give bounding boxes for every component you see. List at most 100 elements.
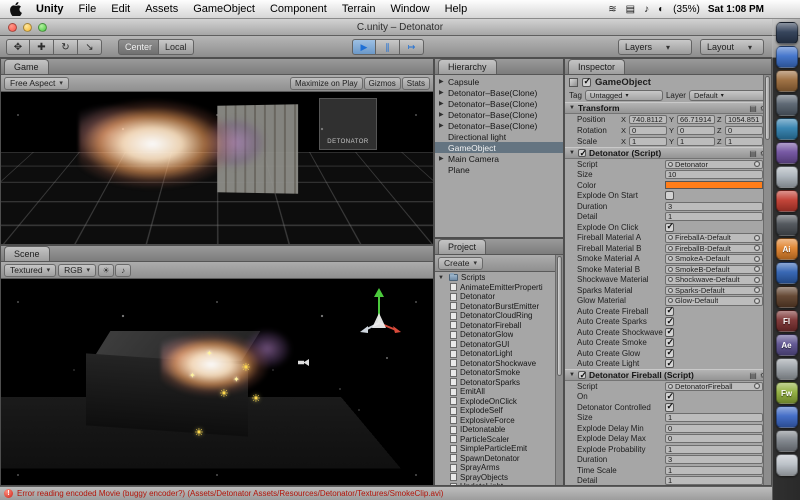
object-picker-icon[interactable] (754, 383, 760, 389)
object-reference-field[interactable]: Glow-Default (665, 296, 763, 306)
layout-dropdown[interactable]: Layout (700, 39, 764, 55)
property-checkbox[interactable] (665, 223, 674, 232)
disclosure-triangle-icon[interactable]: ▶ (439, 155, 448, 162)
aspect-dropdown[interactable]: Free Aspect (4, 77, 69, 90)
project-item[interactable]: SprayObjects (435, 473, 563, 483)
dock-app-icon[interactable] (776, 70, 798, 92)
tab-hierarchy[interactable]: Hierarchy (438, 59, 497, 74)
object-reference-field[interactable]: SmokeB-Default (665, 265, 763, 275)
property-value-field[interactable]: 1 (665, 476, 763, 485)
menubar-status-icon[interactable]: ◐ (658, 4, 664, 15)
z-value-field[interactable]: 1 (725, 137, 763, 146)
object-reference-field[interactable]: FireballB-Default (665, 244, 763, 254)
disclosure-triangle-icon[interactable]: ▶ (439, 111, 448, 118)
minimize-window-button[interactable] (23, 23, 32, 32)
scrollbar-thumb[interactable] (557, 256, 562, 376)
color-swatch[interactable] (665, 181, 763, 189)
project-item[interactable]: DetonatorSmoke (435, 368, 563, 378)
light-gizmo-icon[interactable]: ☀ (251, 392, 261, 405)
tab-project[interactable]: Project (438, 239, 486, 254)
project-item[interactable]: AnimateEmitterProperti (435, 283, 563, 293)
disclosure-triangle-icon[interactable]: ▶ (439, 78, 448, 85)
tag-dropdown[interactable]: Untagged (585, 90, 663, 101)
property-checkbox[interactable] (665, 403, 674, 412)
project-item[interactable]: EmitAll (435, 387, 563, 397)
center-pivot-button[interactable]: Center (118, 39, 159, 55)
transform-tool-button[interactable]: ✚ (30, 39, 54, 55)
object-picker-icon[interactable] (754, 266, 760, 272)
game-viewport[interactable]: DETONATOR (1, 92, 433, 244)
hierarchy-item[interactable]: ▶ Detonator–Base(Clone) (435, 87, 563, 98)
object-picker-icon[interactable] (754, 277, 760, 283)
layers-dropdown[interactable]: Layers (618, 39, 692, 55)
project-item[interactable]: SprayArms (435, 463, 563, 473)
dock-app-icon[interactable] (776, 454, 798, 476)
help-book-icon[interactable]: ▤ (749, 104, 757, 113)
object-reference-field[interactable]: DetonatorFireball (665, 382, 763, 392)
pause-button[interactable]: ∥ (376, 39, 400, 55)
dock-app-icon[interactable] (776, 358, 798, 380)
project-item[interactable]: SpawnDetonator (435, 454, 563, 464)
component-enabled-checkbox[interactable] (578, 149, 586, 157)
menubar-status-icon[interactable]: ♪ (644, 4, 649, 15)
foldout-icon[interactable]: ▼ (569, 372, 575, 378)
property-checkbox[interactable] (665, 349, 674, 358)
dock-app-icon[interactable] (776, 142, 798, 164)
local-pivot-button[interactable]: Local (159, 39, 194, 55)
battery-indicator[interactable]: (35%) (673, 4, 700, 15)
menubar-clock[interactable]: Sat 1:08 PM (708, 4, 764, 15)
step-button[interactable]: ↦ (400, 39, 424, 55)
disclosure-triangle-icon[interactable]: ▶ (439, 122, 448, 129)
dock-app-icon[interactable] (776, 430, 798, 452)
dock-app-icon[interactable] (776, 46, 798, 68)
dock-app-icon[interactable]: Fw (776, 382, 798, 404)
object-reference-field[interactable]: Shockwave-Default (665, 275, 763, 285)
property-checkbox[interactable] (665, 307, 674, 316)
shading-mode-dropdown[interactable]: Textured (4, 264, 56, 277)
help-book-icon[interactable]: ▤ (749, 371, 757, 380)
zoom-window-button[interactable] (38, 23, 47, 32)
y-value-field[interactable]: 0 (677, 126, 715, 135)
property-value-field[interactable]: 1 (665, 466, 763, 475)
stats-button[interactable]: Stats (402, 77, 430, 90)
transform-tool-button[interactable]: ↘ (78, 39, 102, 55)
x-value-field[interactable]: 1 (629, 137, 667, 146)
project-item[interactable]: DetonatorGUI (435, 340, 563, 350)
project-item[interactable]: DetonatorShockwave (435, 359, 563, 369)
foldout-icon[interactable]: ▼ (569, 105, 575, 111)
hierarchy-item[interactable]: ▶ Detonator–Base(Clone) (435, 120, 563, 131)
scene-toggle-button[interactable]: ☀ (98, 264, 114, 277)
y-value-field[interactable]: 66.71914 (677, 115, 715, 124)
property-value-field[interactable]: 1 (665, 212, 763, 221)
fireball-section-header[interactable]: ▼ Detonator Fireball (Script) ▤ ⚙ (565, 369, 771, 381)
property-checkbox[interactable] (665, 392, 674, 401)
y-value-field[interactable]: 1 (677, 137, 715, 146)
project-item[interactable]: DetonatorCloudRing (435, 311, 563, 321)
apple-menu-icon[interactable] (10, 2, 24, 16)
property-value-field[interactable]: 3 (665, 202, 763, 211)
light-gizmo-icon[interactable]: ☀ (219, 387, 229, 400)
dock-app-icon[interactable] (776, 166, 798, 188)
dock-app-icon[interactable] (776, 190, 798, 212)
transform-tool-button[interactable]: ↻ (54, 39, 78, 55)
project-item[interactable]: Detonator (435, 292, 563, 302)
scene-viewport[interactable]: ✦ ✦ ✦ ☀ ☀ ☀ ☀ (1, 279, 433, 485)
menu-item[interactable]: GameObject (193, 3, 255, 15)
status-bar[interactable]: ! Error reading encoded Movie (buggy enc… (0, 486, 772, 500)
property-checkbox[interactable] (665, 359, 674, 368)
property-checkbox[interactable] (665, 317, 674, 326)
inspector-scrollbar[interactable] (763, 75, 771, 485)
menubar-status-icon[interactable]: ≋ (608, 4, 616, 15)
property-checkbox[interactable] (665, 191, 674, 200)
disclosure-triangle-icon[interactable]: ▼ (438, 275, 446, 281)
move-gizmo[interactable] (356, 285, 402, 335)
z-value-field[interactable]: 1054.851 (725, 115, 763, 124)
light-gizmo-icon[interactable]: ☀ (194, 426, 204, 439)
project-item[interactable]: SimpleParticleEmit (435, 444, 563, 454)
property-value-field[interactable]: 1 (665, 413, 763, 422)
layer-dropdown[interactable]: Default (689, 90, 767, 101)
dock-app-icon[interactable] (776, 94, 798, 116)
z-value-field[interactable]: 0 (725, 126, 763, 135)
tab-scene[interactable]: Scene (4, 246, 50, 261)
project-item[interactable]: DetonatorBurstEmitter (435, 302, 563, 312)
